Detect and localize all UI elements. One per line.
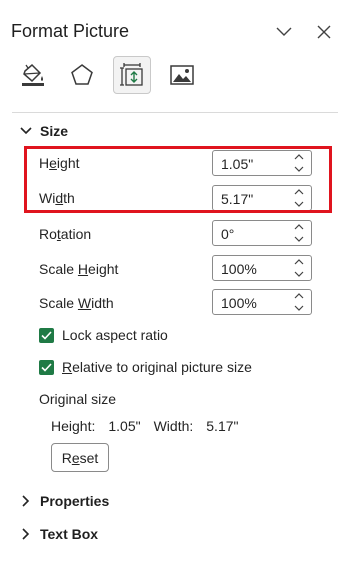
original-height-value: 1.05" xyxy=(108,418,141,434)
close-pane-button[interactable] xyxy=(314,22,334,42)
textbox-section-title: Text Box xyxy=(40,526,99,542)
reset-button[interactable]: Re set xyxy=(51,443,109,472)
spin-down-icon[interactable] xyxy=(294,305,304,312)
relative-original-size-label: Relative to original picture size xyxy=(62,359,252,375)
rotation-spinner[interactable]: 0° xyxy=(212,220,312,246)
spin-up-icon[interactable] xyxy=(294,292,304,299)
relative-original-size-checkbox[interactable]: Relative to original picture size xyxy=(39,359,252,375)
spin-up-icon[interactable] xyxy=(294,258,304,265)
lock-aspect-ratio-label: Lock aspect ratio xyxy=(62,327,168,343)
original-height-label: Height: xyxy=(51,418,96,434)
tab-fill-line[interactable] xyxy=(14,56,52,94)
chevron-down-icon xyxy=(276,27,292,36)
spin-up-icon[interactable] xyxy=(294,223,304,230)
pentagon-icon xyxy=(71,64,93,85)
tab-picture[interactable] xyxy=(163,56,201,94)
scale-height-label: Scale Height xyxy=(39,261,119,277)
chevron-down-icon xyxy=(20,125,32,137)
rotation-label: Rotation xyxy=(39,226,92,242)
close-icon xyxy=(317,25,331,39)
collapse-pane-button[interactable] xyxy=(274,22,294,42)
scale-width-spinner[interactable]: 100% xyxy=(212,289,312,315)
tab-effects[interactable] xyxy=(63,56,101,94)
paint-bucket-icon xyxy=(22,63,44,86)
scale-width-value[interactable]: 100% xyxy=(221,295,257,311)
original-width-label: Width: xyxy=(153,418,194,434)
pane-title: Format Picture xyxy=(11,21,130,41)
size-section-header[interactable]: Size xyxy=(20,123,68,139)
chevron-right-icon xyxy=(20,495,32,507)
scale-height-value[interactable]: 100% xyxy=(221,261,257,277)
spin-down-icon[interactable] xyxy=(294,236,304,243)
rotation-value[interactable]: 0° xyxy=(221,226,234,242)
original-size-values: Height: 1.05" Width: 5.17" xyxy=(51,418,238,434)
textbox-section-header[interactable]: Text Box xyxy=(20,526,98,542)
tab-size-properties[interactable] xyxy=(113,56,151,94)
checkmark-icon[interactable] xyxy=(39,359,54,375)
size-section-title: Size xyxy=(40,123,69,139)
checkmark-icon[interactable] xyxy=(39,327,54,343)
highlight-rectangle xyxy=(24,146,332,213)
scale-height-spinner[interactable]: 100% xyxy=(212,255,312,281)
chevron-right-icon xyxy=(20,528,32,540)
original-size-title: Original size xyxy=(39,391,117,407)
properties-section-title: Properties xyxy=(40,493,110,509)
properties-section-header[interactable]: Properties xyxy=(20,493,109,509)
format-tabs xyxy=(12,56,332,94)
original-width-value: 5.17" xyxy=(206,418,239,434)
scale-width-label: Scale Width xyxy=(39,295,114,311)
lock-aspect-ratio-checkbox[interactable]: Lock aspect ratio xyxy=(39,327,168,343)
picture-icon xyxy=(170,65,194,85)
tab-divider xyxy=(12,112,338,113)
spin-down-icon[interactable] xyxy=(294,271,304,278)
size-position-icon xyxy=(120,63,143,86)
